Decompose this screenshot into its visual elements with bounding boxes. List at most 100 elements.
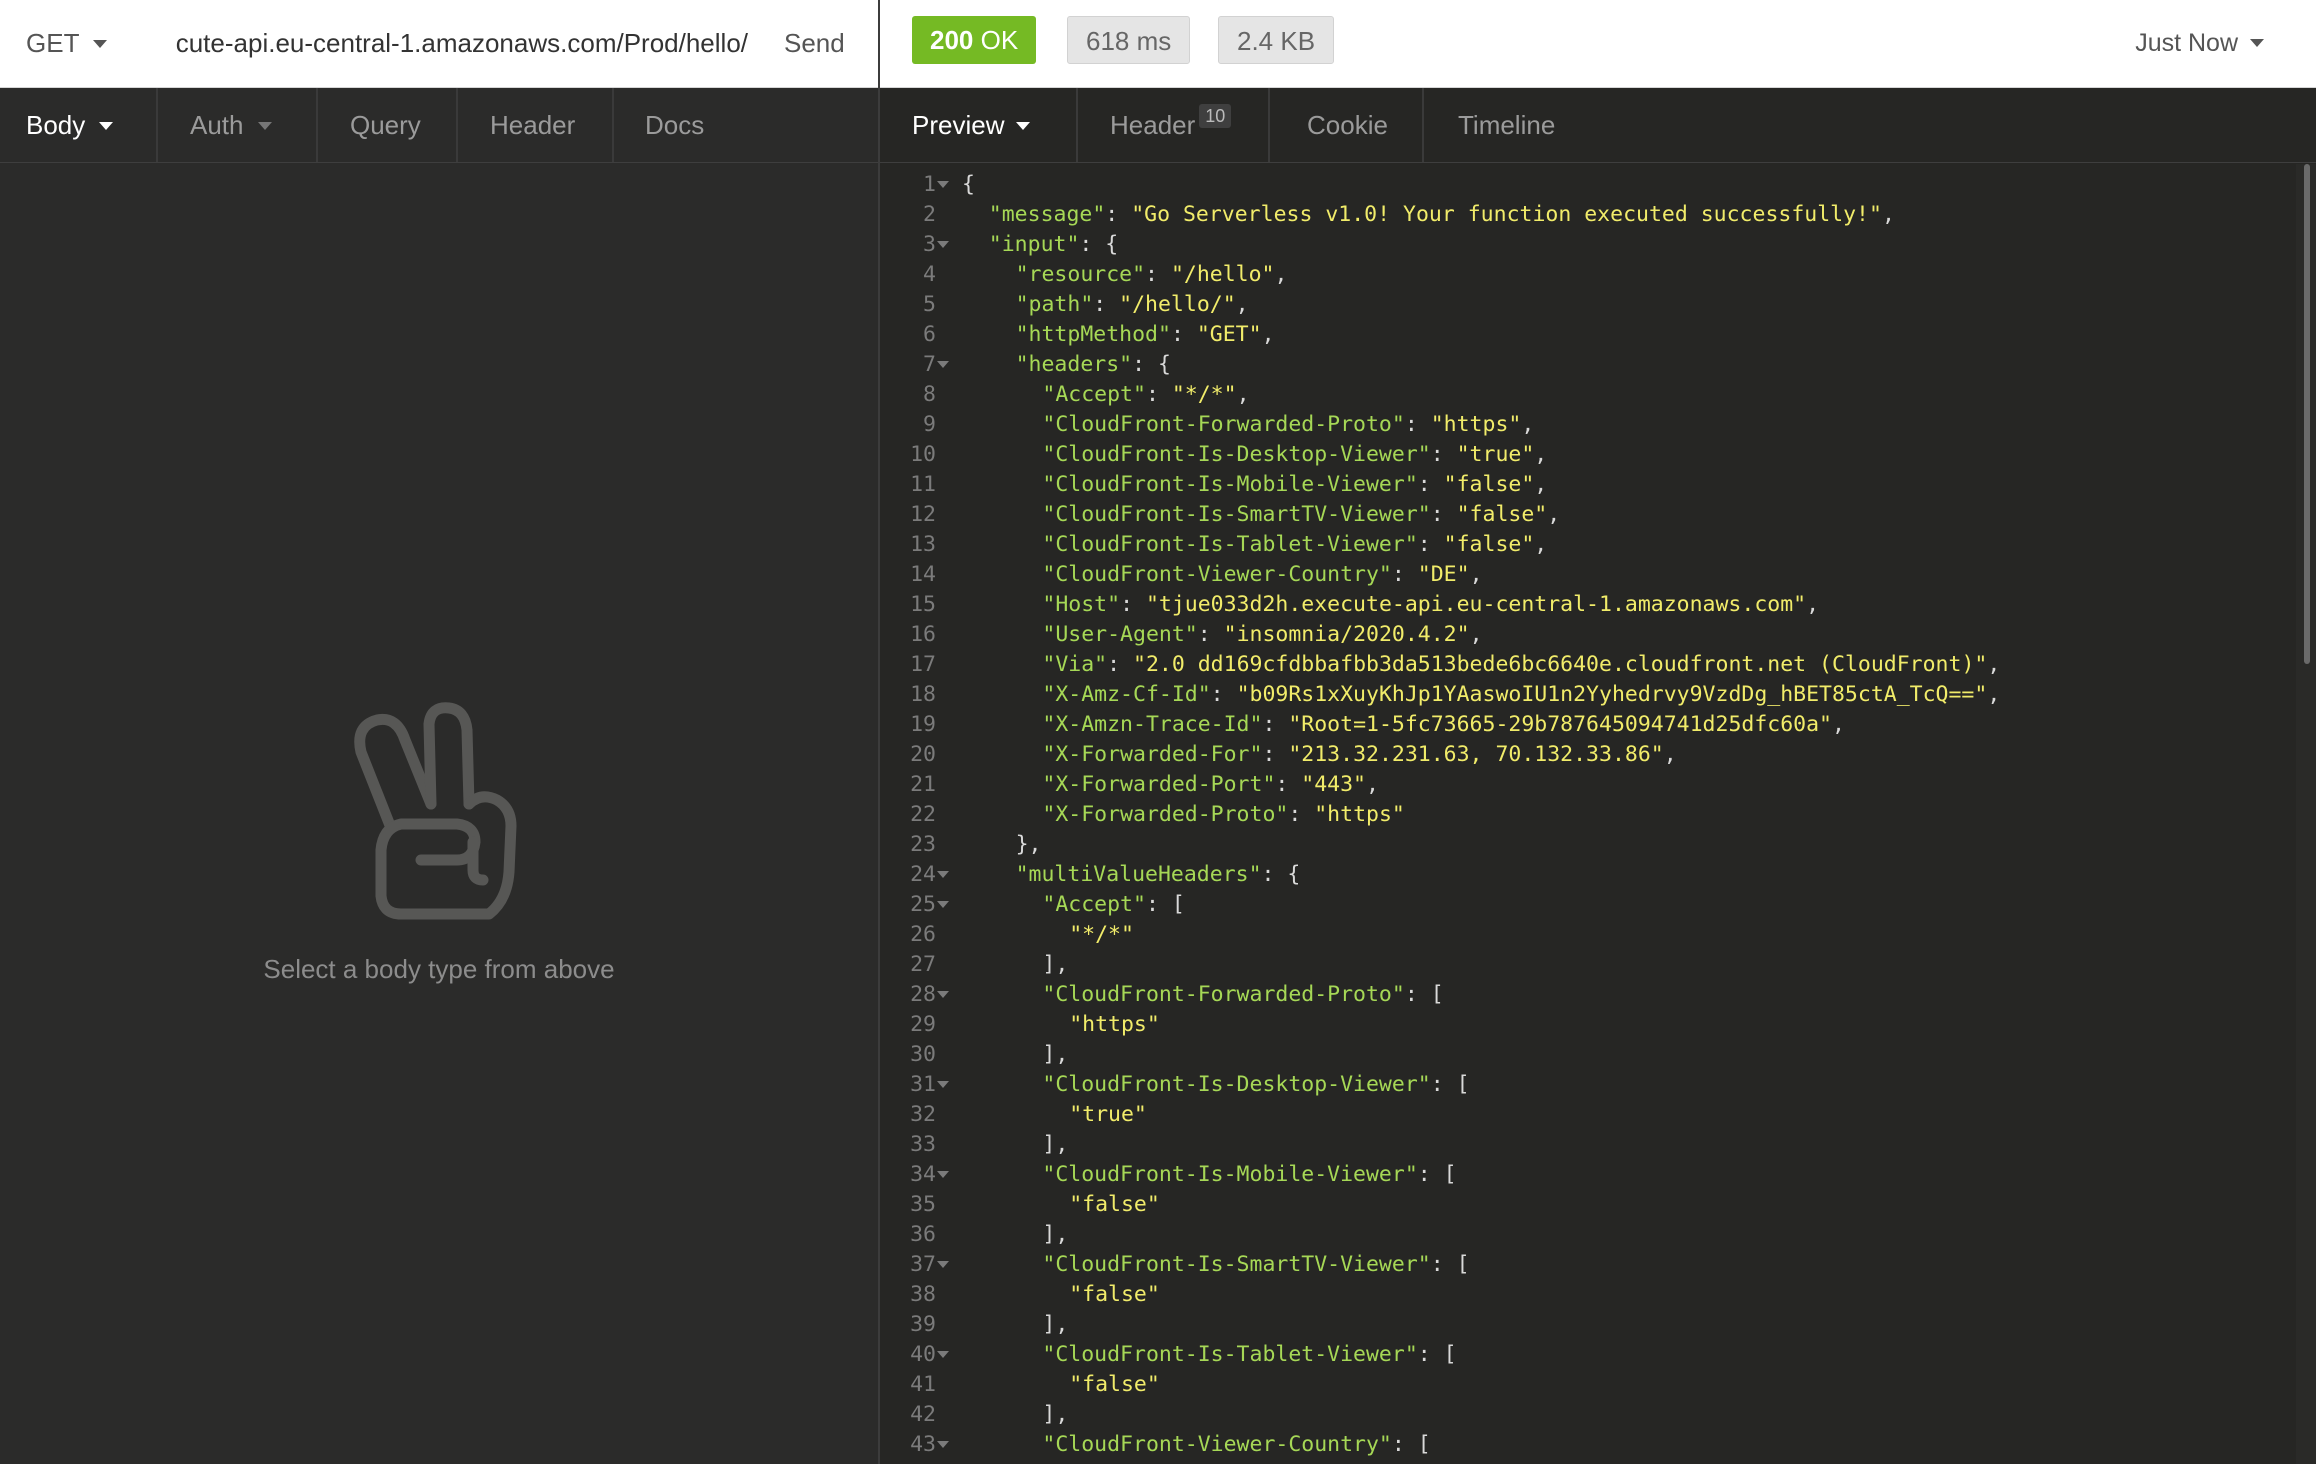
code-line: 39], [880,1310,2296,1340]
code-line: 38 "false" [880,1280,2296,1310]
json-punct: , [1534,472,1548,497]
method-selector[interactable]: GET [26,0,108,87]
code-line: 26 "*/*" [880,920,2296,950]
json-string: "false" [1069,1282,1160,1307]
code-text: "https" [1069,1010,1160,1040]
insomnia-app: GET cute-api.eu-central-1.amazonaws.com/… [0,0,2316,1464]
code-line: 35 "false" [880,1190,2296,1220]
json-key: "CloudFront-Is-Tablet-Viewer" [1042,1342,1418,1367]
url-input[interactable]: cute-api.eu-central-1.amazonaws.com/Prod… [136,0,748,87]
code-line: 11 "CloudFront-Is-Mobile-Viewer": "false"… [880,470,2296,500]
json-punct: : [ [1430,1072,1470,1097]
line-number: 22 [910,802,936,827]
fold-toggle-icon[interactable] [937,1171,949,1178]
fold-toggle-icon[interactable] [937,871,949,878]
code-line: 36], [880,1220,2296,1250]
code-line: 17 "Via": "2.0 dd169cfdbbafbb3da513bede6b… [880,650,2296,680]
fold-toggle-icon[interactable] [937,361,949,368]
json-key: "headers" [1015,352,1133,377]
tab-body[interactable]: Body [26,88,114,162]
tab-response-header[interactable]: Header 10 [1110,88,1232,162]
code-text: "false" [1069,1190,1160,1220]
json-punct: : [1145,382,1172,407]
fold-toggle-icon[interactable] [937,991,949,998]
send-button[interactable]: Send [784,0,845,87]
code-line: 4 "resource": "/hello", [880,260,2296,290]
code-line: 25 "Accept": [ [880,890,2296,920]
line-number: 5 [923,292,936,317]
code-line: 43 "CloudFront-Viewer-Country": [ [880,1430,2296,1460]
json-punct: , [1806,592,1820,617]
method-label: GET [26,28,80,58]
fold-toggle-icon[interactable] [937,1261,949,1268]
json-punct: : [1197,622,1224,647]
response-status-bar: 200 OK 618 ms 2.4 KB Just Now [880,0,2316,88]
json-punct: ], [1042,1222,1069,1247]
code-line: 23}, [880,830,2296,860]
tab-header[interactable]: Header [490,88,575,162]
json-string: "https" [1430,412,1522,437]
code-text: ], [1042,1040,1068,1070]
status-code: 200 [930,25,974,55]
code-text: }, [1016,830,1042,860]
json-punct: : [1262,742,1289,767]
line-number: 29 [910,1012,936,1037]
tab-cookie[interactable]: Cookie [1307,88,1388,162]
json-string: "*/*" [1171,382,1237,407]
json-string: "false" [1443,532,1535,557]
tab-preview[interactable]: Preview [912,88,1031,162]
json-punct: : [ [1417,1162,1457,1187]
line-number: 12 [910,502,936,527]
code-line: 27], [880,950,2296,980]
code-line: 31 "CloudFront-Is-Desktop-Viewer": [ [880,1070,2296,1100]
code-line: 15 "Host": "tjue033d2h.execute-api.eu-cen… [880,590,2296,620]
json-punct: : { [1132,352,1171,377]
json-punct: , [1261,322,1275,347]
status-text: OK [980,25,1019,55]
line-number: 18 [910,682,936,707]
request-tabs: Body Auth Query Header Docs [0,88,878,163]
json-punct: { [962,172,975,197]
code-text: "CloudFront-Forwarded-Proto": [ [1042,980,1443,1010]
tab-auth[interactable]: Auth [190,88,272,162]
json-punct: : [1105,202,1132,227]
fold-toggle-icon[interactable] [937,181,949,188]
empty-body-message: Select a body type from above [263,954,615,984]
fold-toggle-icon[interactable] [937,241,949,248]
fold-toggle-icon[interactable] [937,1351,949,1358]
tab-timeline[interactable]: Timeline [1458,88,1555,162]
code-line: 6 "httpMethod": "GET", [880,320,2296,350]
fold-toggle-icon[interactable] [937,1081,949,1088]
code-line: 30], [880,1040,2296,1070]
json-punct: : [1404,412,1431,437]
code-text: ], [1042,1310,1068,1340]
chevron-down-icon [2250,38,2264,47]
line-number: 2 [923,202,936,227]
response-json-viewer[interactable]: 1{2 "message": "Go Serverless v1.0! Your … [880,164,2296,1464]
json-key: "CloudFront-Is-Mobile-Viewer" [1042,1162,1418,1187]
line-number: 35 [910,1192,936,1217]
json-key: "Host" [1042,592,1121,617]
tab-auth-label: Auth [190,110,244,140]
line-number: 21 [910,772,936,797]
fold-toggle-icon[interactable] [937,1441,949,1448]
code-text: "X-Forwarded-Port": "443", [1042,770,1379,800]
json-key: "X-Forwarded-Port" [1042,772,1276,797]
line-number: 27 [910,952,936,977]
json-punct: , [1534,442,1548,467]
code-line: 22 "X-Forwarded-Proto": "https" [880,800,2296,830]
line-number: 8 [923,382,936,407]
code-text: ], [1042,950,1068,980]
fold-toggle-icon[interactable] [937,901,949,908]
scrollbar-thumb[interactable] [2304,164,2310,664]
editor-scrollbar[interactable] [2296,164,2316,1464]
line-number: 14 [910,562,936,587]
json-punct: : [1430,502,1457,527]
code-text: "CloudFront-Is-Mobile-Viewer": "false", [1042,470,1547,500]
url-text: cute-api.eu-central-1.amazonaws.com/Prod… [175,28,748,58]
json-key: "X-Amzn-Trace-Id" [1042,712,1263,737]
tab-docs[interactable]: Docs [645,88,704,162]
tab-query[interactable]: Query [350,88,421,162]
code-line: 29 "https" [880,1010,2296,1040]
history-dropdown[interactable]: Just Now [2135,0,2264,87]
